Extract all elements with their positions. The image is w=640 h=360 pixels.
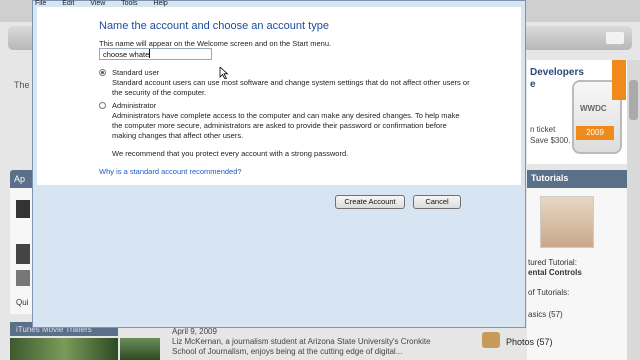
menu-help[interactable]: Help: [153, 0, 167, 7]
menu-tools[interactable]: Tools: [121, 0, 137, 7]
wwdc-year: 2009: [576, 126, 614, 140]
tutorial-text[interactable]: ental Controls: [528, 268, 582, 277]
wwdc-badge-text: WWDC: [580, 104, 607, 113]
create-account-button[interactable]: Create Account: [335, 195, 405, 209]
dont-miss-flag: [612, 60, 626, 100]
tutorial-text: tured Tutorial:: [528, 258, 577, 267]
product-thumb[interactable]: [16, 200, 30, 218]
scrollbar-thumb[interactable]: [629, 80, 638, 120]
product-thumb[interactable]: [16, 270, 30, 286]
product-thumb[interactable]: [16, 244, 30, 264]
standard-user-radio[interactable]: [99, 69, 106, 76]
menu-edit[interactable]: Edit: [62, 0, 74, 7]
tutorials-heading: Tutorials: [527, 170, 627, 188]
menu-file[interactable]: File: [35, 0, 46, 7]
account-name-input[interactable]: choose whate: [99, 48, 212, 60]
tutorial-text: of Tutorials:: [528, 288, 570, 297]
create-account-window: File Edit View Tools Help Name the accou…: [32, 0, 526, 328]
article-text: April 9, 2009 Liz McKernan, a journalism…: [172, 327, 431, 356]
tutorial-thumbnail[interactable]: [540, 196, 594, 248]
standard-user-description: Standard account users can use most soft…: [112, 78, 470, 97]
cancel-button[interactable]: Cancel: [413, 195, 461, 209]
article-thumb[interactable]: [120, 338, 160, 360]
photos-icon: [482, 332, 500, 348]
account-name-value: choose whate: [103, 50, 150, 59]
password-recommendation: We recommend that you protect every acco…: [112, 149, 349, 158]
left-panel-text: Qui: [16, 298, 29, 307]
standard-account-help-link[interactable]: Why is a standard account recommended?: [99, 167, 242, 176]
administrator-label[interactable]: Administrator: [112, 101, 156, 110]
wwdc-subtitle: n ticket Save $300.: [530, 125, 571, 145]
photos-link[interactable]: Photos (57): [506, 337, 553, 347]
administrator-description: Administrators have complete access to t…: [112, 111, 460, 140]
tutorial-basics[interactable]: asics (57): [528, 310, 563, 319]
dialog-subtitle: This name will appear on the Welcome scr…: [99, 39, 332, 48]
left-panel-heading: Ap: [10, 170, 32, 188]
standard-user-label[interactable]: Standard user: [112, 68, 159, 77]
trailer-image[interactable]: [10, 338, 118, 360]
nav-tab[interactable]: [606, 32, 624, 44]
menu-view[interactable]: View: [90, 0, 105, 7]
text-cursor: [149, 49, 151, 58]
left-text: The: [14, 80, 30, 90]
dialog-title: Name the account and choose an account t…: [99, 20, 329, 32]
dialog-content: Name the account and choose an account t…: [37, 7, 521, 185]
administrator-radio[interactable]: [99, 102, 106, 109]
